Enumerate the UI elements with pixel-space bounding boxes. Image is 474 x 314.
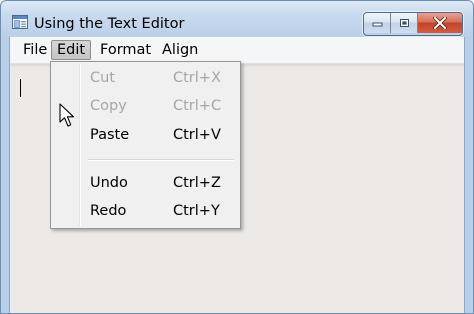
menu-item-undo-label: Undo [90, 175, 128, 191]
menu-item-copy-shortcut: Ctrl+C [173, 98, 222, 114]
app-window: Using the Text Editor File Edit Format A… [0, 0, 474, 314]
menu-item-cut[interactable]: Cut Ctrl+X [53, 66, 238, 92]
menu-item-copy[interactable]: Copy Ctrl+C [53, 94, 238, 120]
menu-item-undo-shortcut: Ctrl+Z [173, 175, 221, 191]
menu-item-copy-label: Copy [90, 98, 127, 114]
text-caret [20, 79, 21, 97]
menu-item-redo[interactable]: Redo Ctrl+Y [53, 199, 238, 225]
menu-item-paste[interactable]: Paste Ctrl+V [53, 123, 238, 149]
maximize-button[interactable] [391, 13, 418, 33]
menu-separator [88, 159, 234, 161]
app-window-icon [12, 15, 28, 29]
menu-item-paste-shortcut: Ctrl+V [173, 127, 221, 143]
menu-item-undo[interactable]: Undo Ctrl+Z [53, 171, 238, 197]
caption-buttons [363, 12, 463, 36]
menu-item-paste-label: Paste [90, 127, 130, 143]
title-bar[interactable]: Using the Text Editor [1, 1, 473, 37]
menu-item-cut-shortcut: Ctrl+X [173, 70, 221, 86]
menu-bar: File Edit Format Align [10, 37, 464, 64]
menu-item-redo-label: Redo [90, 203, 127, 219]
menu-edit[interactable]: Edit [51, 40, 92, 60]
menu-item-cut-label: Cut [90, 70, 115, 86]
edit-menu-dropdown: Cut Ctrl+X Copy Ctrl+C Paste Ctrl+V Undo… [50, 61, 241, 229]
window-title: Using the Text Editor [34, 16, 185, 32]
minimize-button[interactable] [364, 13, 391, 33]
menu-file[interactable]: File [18, 40, 52, 60]
menu-item-redo-shortcut: Ctrl+Y [173, 203, 220, 219]
menu-format[interactable]: Format [95, 40, 156, 60]
mouse-pointer-icon [59, 103, 75, 127]
menu-align[interactable]: Align [157, 40, 203, 60]
close-button[interactable] [418, 13, 462, 33]
minimize-icon [372, 22, 382, 27]
maximize-icon [399, 19, 409, 27]
close-icon [433, 17, 447, 29]
